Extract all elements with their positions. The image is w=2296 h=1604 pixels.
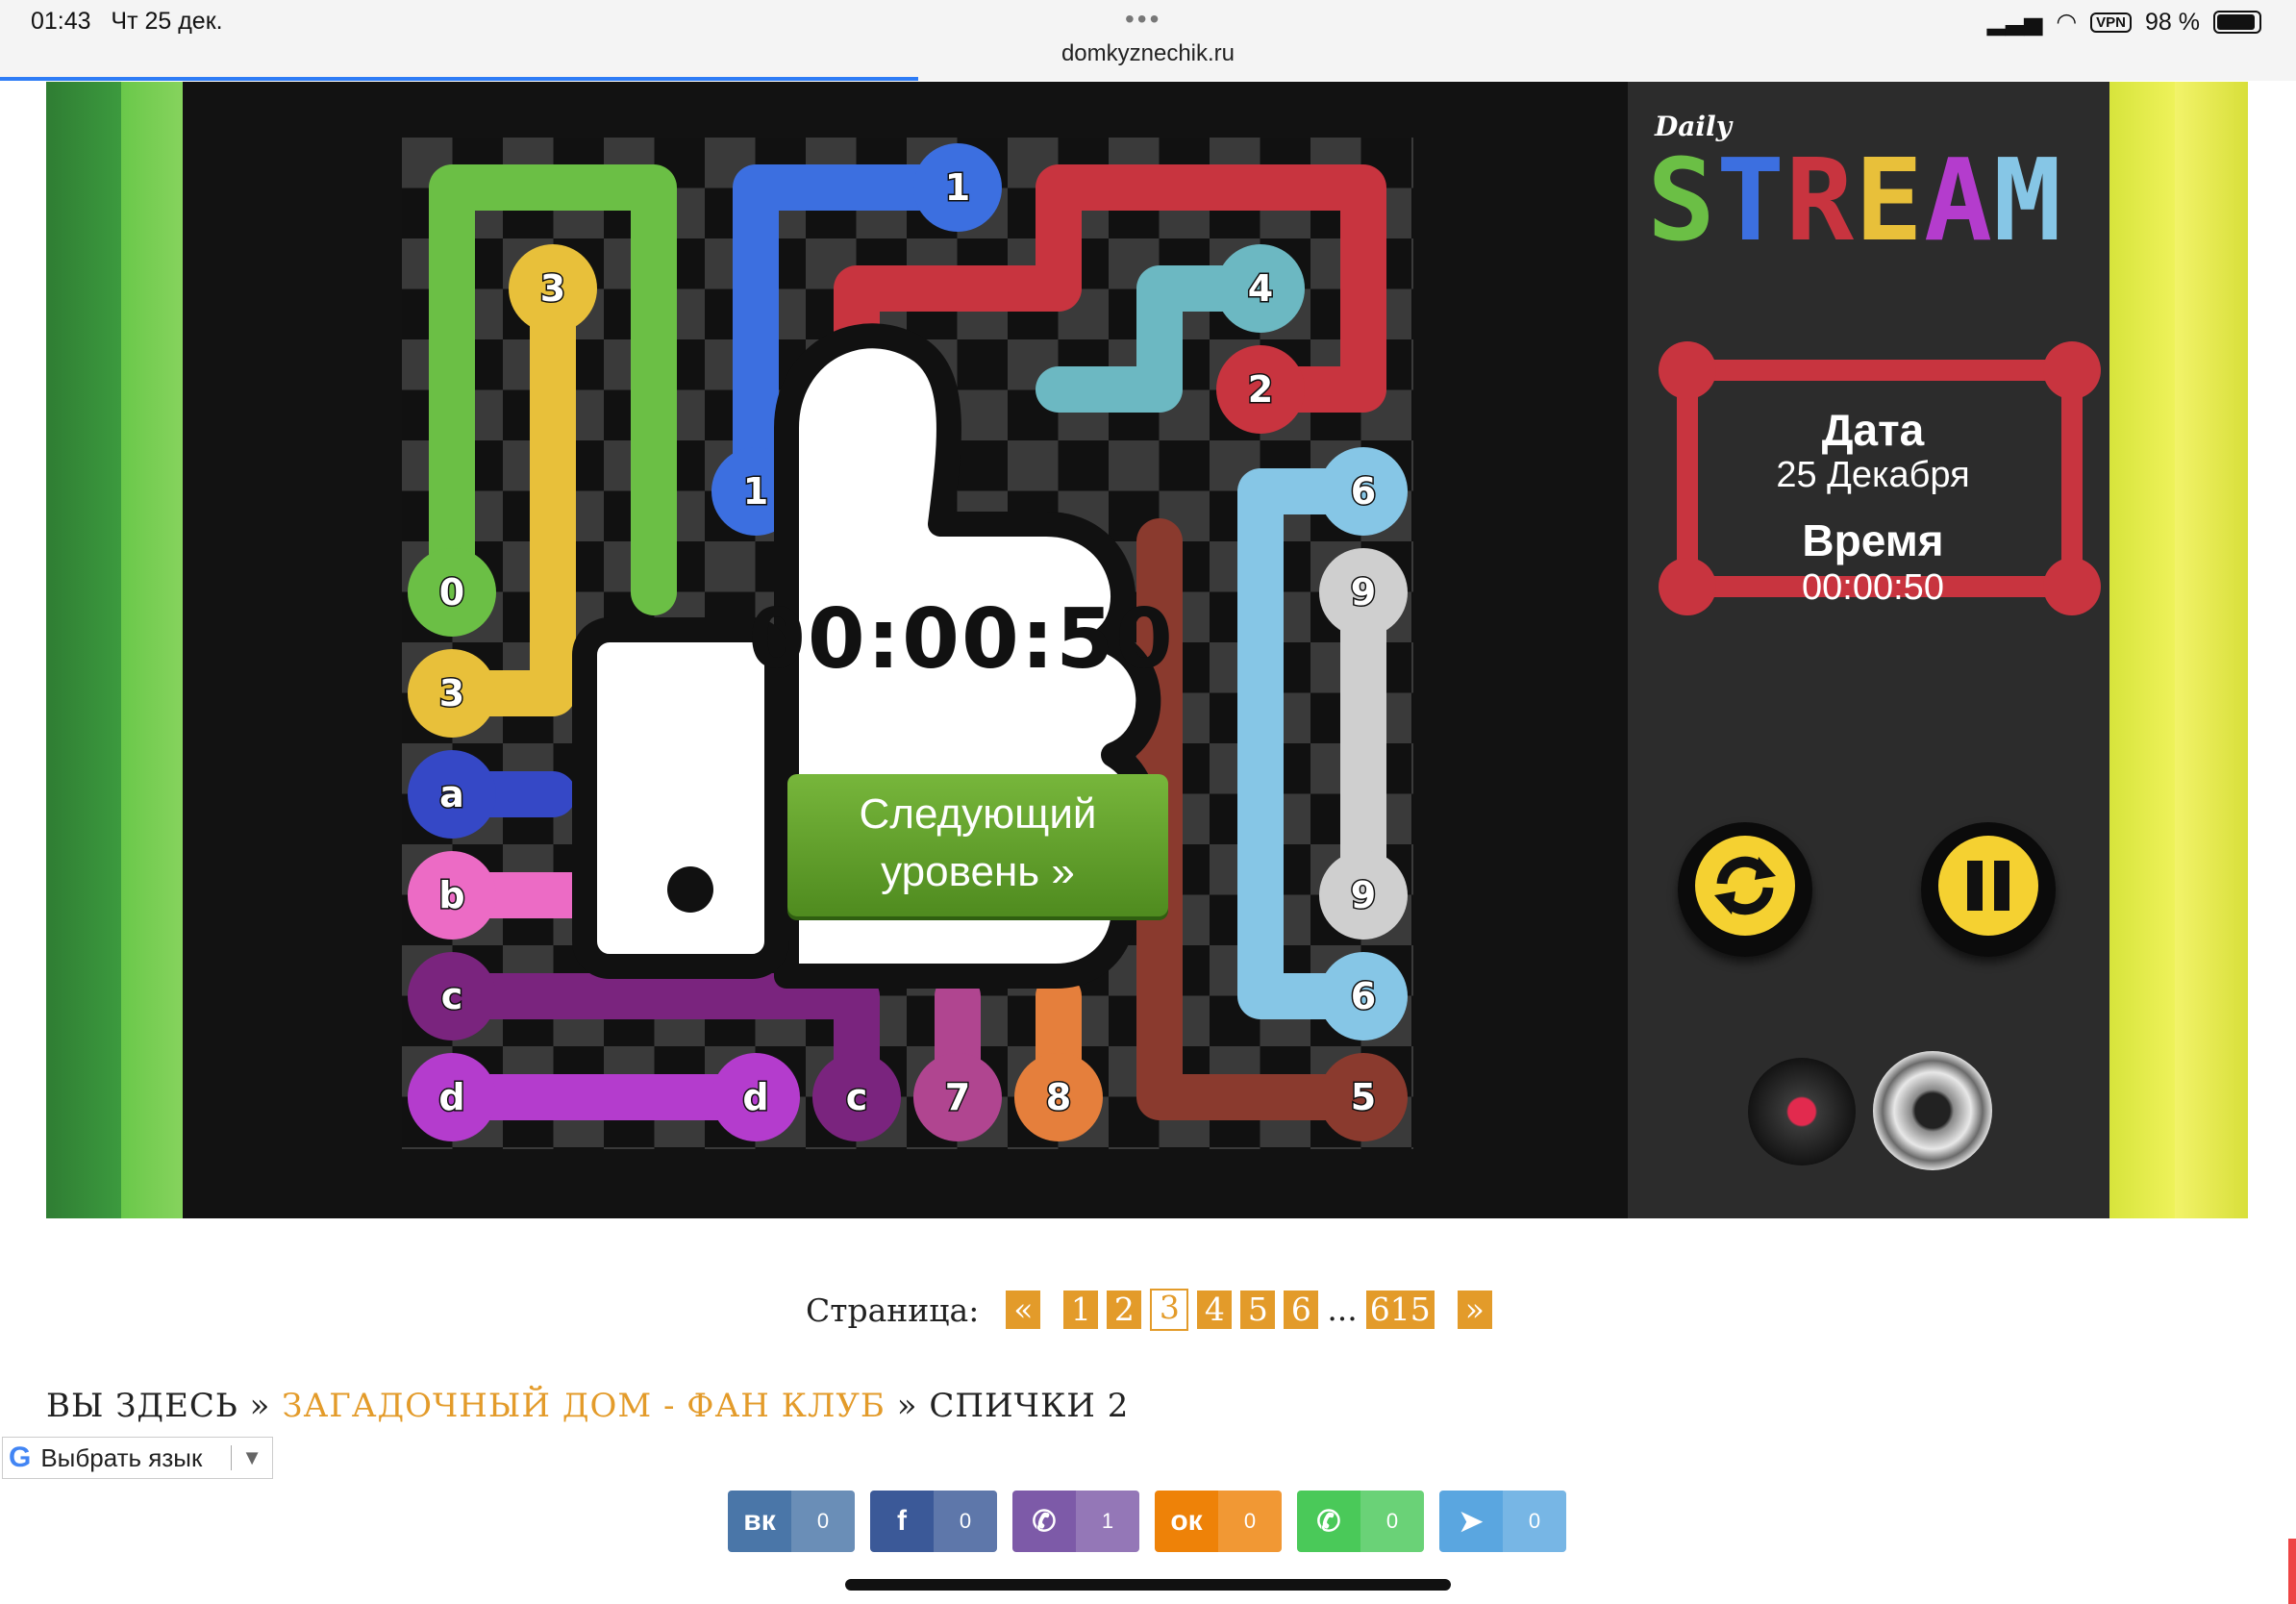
- share-count: 0: [1503, 1491, 1566, 1552]
- endpoint-label: b: [438, 874, 464, 916]
- endpoint-label: c: [846, 1076, 868, 1118]
- level-timer: 00:00:50: [748, 591, 1175, 688]
- svg-text:E: E: [1855, 143, 1923, 249]
- svg-text:T: T: [1716, 143, 1784, 249]
- endpoint-label: 7: [945, 1076, 970, 1118]
- telegram-icon: ➤: [1459, 1505, 1484, 1538]
- facebook-icon: f: [897, 1505, 907, 1537]
- svg-text:R: R: [1785, 143, 1855, 249]
- time-label: Время: [1802, 515, 1944, 565]
- pagination: Страница: « 1 2 3 4 5 6 ... 615 »: [806, 1289, 1501, 1331]
- share-count: 0: [934, 1491, 997, 1552]
- share-count: 1: [1076, 1491, 1139, 1552]
- breadcrumb-sep: »: [896, 1387, 918, 1425]
- endpoint-label: 0: [439, 571, 464, 614]
- page-2[interactable]: 2: [1107, 1291, 1142, 1329]
- restart-button[interactable]: [1678, 822, 1812, 957]
- endpoint-label: c: [441, 975, 463, 1017]
- endpoint-label: 6: [1351, 470, 1376, 513]
- page-5[interactable]: 5: [1240, 1291, 1276, 1329]
- side-panel: [1628, 82, 2109, 1218]
- wifi-icon: ◠: [2056, 9, 2078, 36]
- share-viber-button[interactable]: ✆ 1: [1012, 1491, 1139, 1552]
- whatsapp-icon: ✆: [1316, 1505, 1341, 1538]
- signal-icon: ▂▃▅: [1986, 9, 2043, 36]
- page-4[interactable]: 4: [1197, 1291, 1233, 1329]
- page-load-progress: [0, 77, 918, 81]
- breadcrumb-sep: »: [249, 1387, 271, 1425]
- battery-percent: 98 %: [2145, 8, 2200, 36]
- vk-icon: вк: [743, 1505, 776, 1537]
- right-wall: [2175, 82, 2248, 1218]
- share-facebook-button[interactable]: f0: [870, 1491, 997, 1552]
- stream-logo: S T R E A M: [1647, 143, 2061, 249]
- endpoint-label: 8: [1046, 1076, 1071, 1118]
- share-whatsapp-button[interactable]: ✆ 0: [1297, 1491, 1424, 1552]
- endpoint-label: 6: [1351, 975, 1376, 1017]
- share-odnoklassniki-button[interactable]: ок 0: [1155, 1491, 1282, 1552]
- sound-button[interactable]: [1873, 1051, 1992, 1170]
- svg-text:A: A: [1924, 143, 1992, 249]
- record-button[interactable]: [1748, 1058, 1856, 1165]
- page-prev[interactable]: «: [1006, 1291, 1041, 1329]
- endpoint-label: d: [742, 1076, 768, 1118]
- game-area: 11334206699abbccdd785 00:00:50 Следующий…: [46, 82, 2248, 1218]
- endpoint-label: 1: [945, 166, 970, 209]
- share-count: 0: [1360, 1491, 1424, 1552]
- language-select-label: Выбрать язык: [40, 1442, 203, 1472]
- status-time: 01:43 Чт 25 дек.: [31, 8, 223, 35]
- tab-menu-dots[interactable]: •••: [1125, 4, 1161, 35]
- odnoklassniki-icon: ок: [1170, 1505, 1203, 1537]
- page-6[interactable]: 6: [1284, 1291, 1319, 1329]
- share-vk-button[interactable]: вк 0: [728, 1491, 855, 1552]
- status-bar: 01:43 Чт 25 дек. ••• domkyznechik.ru ▂▃▅…: [0, 0, 2296, 81]
- pause-button[interactable]: [1921, 822, 2056, 957]
- share-buttons: вк 0 f 0 ✆ 1 ок 0 ✆ 0 ➤ 0: [728, 1491, 1566, 1552]
- google-icon: G: [9, 1441, 32, 1473]
- left-wall-inner: [121, 82, 183, 1218]
- chevron-down-icon: ▼: [231, 1445, 272, 1470]
- right-wall-inner: [2109, 82, 2175, 1218]
- endpoint-label: d: [438, 1076, 464, 1118]
- time-value: 00:00:50: [1802, 567, 1944, 608]
- next-level-label-2: уровень »: [881, 848, 1075, 895]
- share-count: 0: [791, 1491, 855, 1552]
- breadcrumb: ВЫ ЗДЕСЬ » ЗАГАДОЧНЫЙ ДОМ - ФАН КЛУБ » С…: [46, 1387, 1129, 1425]
- svg-text:S: S: [1647, 143, 1715, 249]
- left-wall: [46, 82, 121, 1218]
- page-last[interactable]: 615: [1365, 1291, 1435, 1329]
- date-label: Дата: [1821, 405, 1925, 455]
- page-gap: ...: [1327, 1291, 1358, 1328]
- endpoint-label: 9: [1351, 874, 1376, 916]
- endpoint-label: a: [439, 773, 464, 815]
- endpoint-label: 3: [439, 672, 464, 714]
- breadcrumb-current: СПИЧКИ 2: [929, 1387, 1130, 1425]
- battery-icon: [2213, 11, 2261, 34]
- date-value: 25 Декабря: [1776, 455, 1970, 495]
- next-level-label-1: Следующий: [859, 790, 1097, 838]
- endpoint-label: 5: [1351, 1076, 1376, 1118]
- vpn-badge: VPN: [2090, 12, 2133, 33]
- page-next[interactable]: »: [1457, 1291, 1492, 1329]
- viber-icon: ✆: [1032, 1505, 1057, 1538]
- breadcrumb-here: ВЫ ЗДЕСЬ: [46, 1387, 238, 1425]
- svg-text:M: M: [1993, 143, 2061, 249]
- page-3-current: 3: [1150, 1289, 1189, 1331]
- url-bar[interactable]: domkyznechik.ru: [0, 40, 2296, 67]
- pause-icon: [1938, 836, 2038, 936]
- language-select[interactable]: G Выбрать язык ▼: [2, 1437, 273, 1479]
- edge-tab: [2288, 1539, 2296, 1604]
- status-indicators: ▂▃▅ ◠ VPN 98 %: [1987, 8, 2261, 37]
- breadcrumb-link-club[interactable]: ЗАГАДОЧНЫЙ ДОМ - ФАН КЛУБ: [282, 1387, 886, 1425]
- logo-daily: Daily: [1655, 111, 1732, 142]
- page-1[interactable]: 1: [1063, 1291, 1099, 1329]
- refresh-icon: [1695, 836, 1795, 936]
- share-telegram-button[interactable]: ➤ 0: [1439, 1491, 1566, 1552]
- endpoint-label: 9: [1351, 571, 1376, 614]
- pagination-label: Страница:: [806, 1291, 980, 1329]
- next-level-button[interactable]: Следующий уровень »: [787, 774, 1168, 916]
- home-indicator: [845, 1579, 1451, 1591]
- share-count: 0: [1218, 1491, 1282, 1552]
